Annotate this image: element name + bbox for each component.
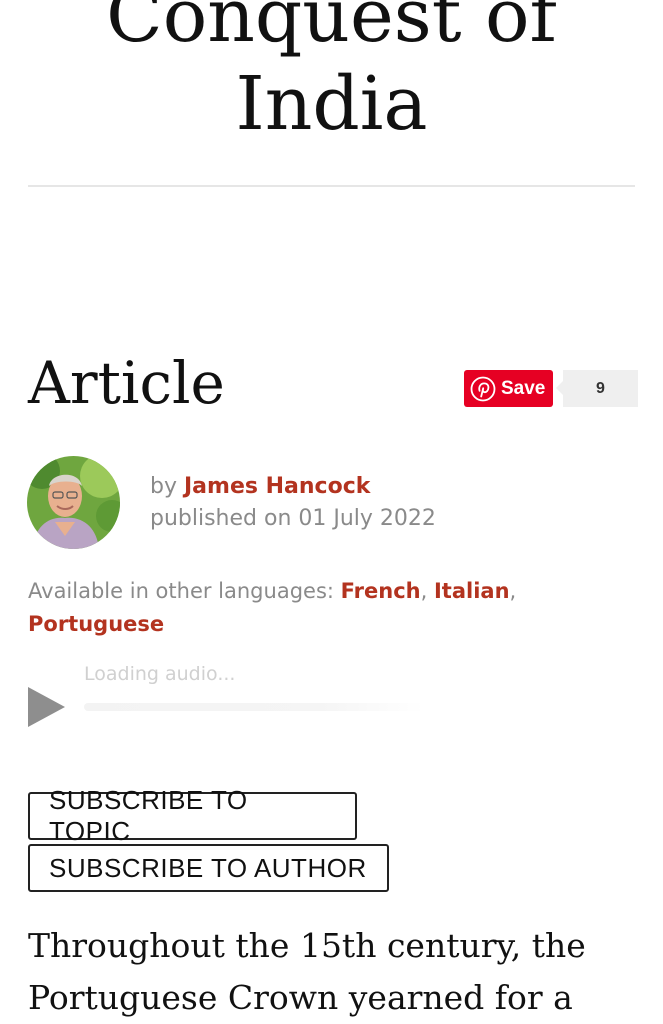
title-divider — [28, 185, 635, 187]
language-separator: , — [509, 579, 517, 603]
audio-loading-text: Loading audio... — [84, 663, 236, 685]
language-link-italian[interactable]: Italian — [434, 579, 510, 603]
subscribe-topic-button[interactable]: SUBSCRIBE TO TOPIC — [28, 785, 357, 846]
language-link-french[interactable]: French — [341, 579, 421, 603]
author-link[interactable]: James Hancock — [184, 474, 370, 499]
article-byline: by James Hancock published on 01 July 20… — [150, 471, 436, 535]
article-intro-text: Throughout the 15th century, the Portugu… — [28, 926, 586, 1017]
author-line: by James Hancock — [150, 471, 436, 503]
languages-prefix: Available in other languages: — [28, 579, 334, 603]
by-prefix: by — [150, 474, 177, 499]
pinterest-save-label: Save — [501, 377, 546, 399]
available-languages: Available in other languages: French, It… — [28, 575, 638, 641]
language-separator: , — [420, 579, 428, 603]
play-icon[interactable] — [28, 687, 65, 727]
published-date: published on 01 July 2022 — [150, 506, 436, 531]
section-heading: Article — [28, 349, 225, 417]
pinterest-save-button[interactable]: Save — [464, 370, 553, 407]
page-title: Conquest of India — [106, 0, 557, 147]
language-link-portuguese[interactable]: Portuguese — [28, 612, 164, 636]
pinterest-icon — [470, 376, 496, 402]
subscribe-author-button[interactable]: SUBSCRIBE TO AUTHOR — [28, 844, 389, 892]
pinterest-save-count: 9 — [556, 370, 638, 407]
author-avatar[interactable] — [27, 456, 120, 549]
audio-progress-bar[interactable] — [84, 703, 424, 711]
